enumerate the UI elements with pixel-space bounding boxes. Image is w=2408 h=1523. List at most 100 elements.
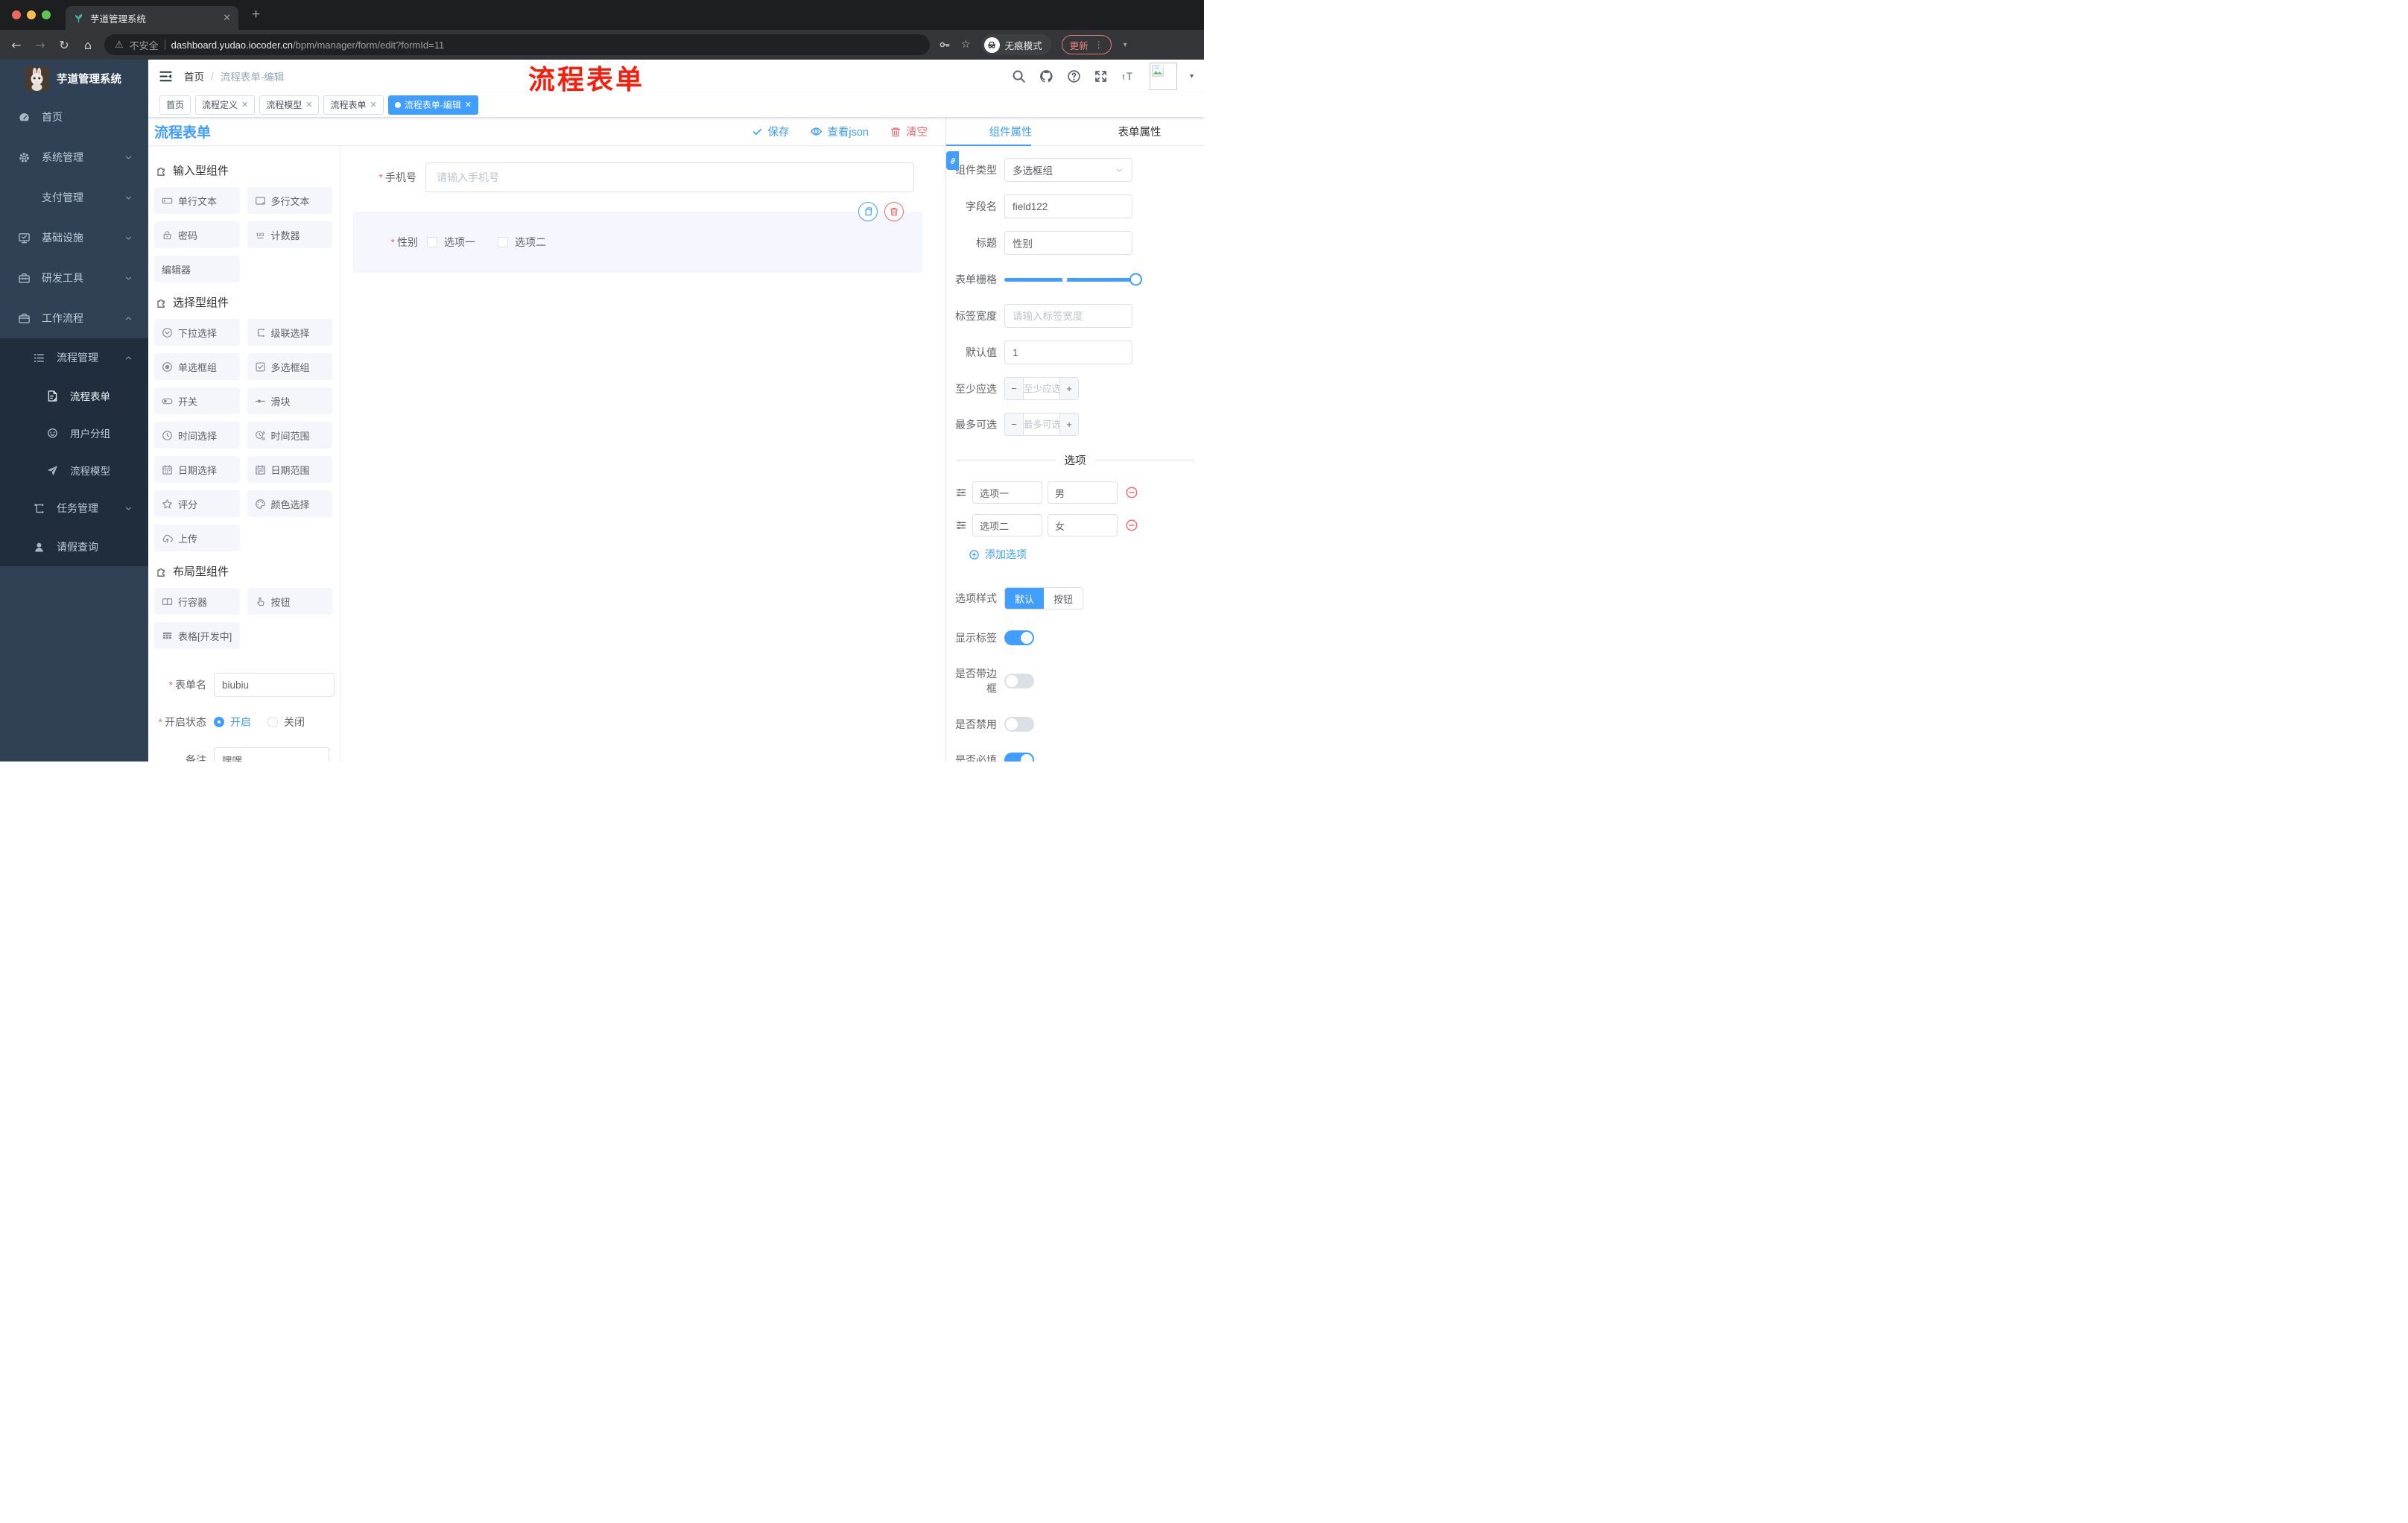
palette-item[interactable]: 滑块 bbox=[247, 387, 332, 414]
palette-item[interactable]: 级联选择 bbox=[247, 319, 332, 346]
palette-item[interactable]: 密码 bbox=[154, 221, 240, 248]
back-icon[interactable]: ← bbox=[9, 38, 24, 52]
save-button[interactable]: 保存 bbox=[752, 124, 789, 139]
key-icon[interactable] bbox=[939, 39, 951, 51]
toggle-switch[interactable] bbox=[1004, 674, 1034, 688]
sidebar-brand[interactable]: 芋道管理系统 bbox=[0, 60, 148, 97]
window-close-button[interactable] bbox=[12, 10, 21, 19]
sidebar-item[interactable]: 支付管理 bbox=[0, 177, 148, 218]
remove-option-button[interactable] bbox=[1125, 519, 1138, 532]
window-zoom-button[interactable] bbox=[42, 10, 51, 19]
palette-item[interactable]: 单选框组 bbox=[154, 353, 240, 380]
chrome-caret-icon[interactable]: ▾ bbox=[1124, 41, 1127, 49]
delete-component-button[interactable] bbox=[884, 202, 904, 221]
toggle-switch[interactable] bbox=[1004, 717, 1034, 732]
new-tab-button[interactable]: + bbox=[252, 7, 260, 23]
selected-component-block[interactable]: 性别 选项一 选项二 bbox=[352, 202, 923, 273]
fullscreen-icon[interactable] bbox=[1094, 69, 1108, 83]
style-default-option[interactable]: 默认 bbox=[1005, 588, 1045, 609]
sidebar-item[interactable]: 任务管理 bbox=[0, 489, 148, 528]
palette-item[interactable]: 单行文本 bbox=[154, 187, 240, 214]
user-avatar[interactable] bbox=[1149, 62, 1177, 90]
stepper-minus-button[interactable]: − bbox=[1005, 414, 1024, 435]
max-checked-input[interactable] bbox=[1024, 414, 1059, 435]
home-icon[interactable]: ⌂ bbox=[80, 38, 95, 52]
url-text[interactable]: dashboard.yudao.iocoder.cn/bpm/manager/f… bbox=[171, 39, 445, 51]
sidebar-item[interactable]: 首页 bbox=[0, 97, 148, 137]
palette-item[interactable]: 表格[开发中] bbox=[154, 622, 240, 649]
tag-chip[interactable]: 流程定义 ✕ bbox=[195, 95, 256, 115]
palette-item[interactable]: 开关 bbox=[154, 387, 240, 414]
tag-close-icon[interactable]: ✕ bbox=[305, 100, 312, 110]
copy-component-button[interactable] bbox=[858, 202, 878, 221]
slider-track[interactable] bbox=[1004, 273, 1142, 286]
chrome-menu-dots-icon[interactable]: ⋮ bbox=[1094, 39, 1103, 50]
option-name-input[interactable] bbox=[972, 514, 1042, 536]
field-name-input[interactable] bbox=[1004, 194, 1132, 218]
browser-tab[interactable]: 芋道管理系统 ✕ bbox=[66, 6, 238, 30]
avatar-caret-icon[interactable]: ▾ bbox=[1190, 72, 1194, 80]
reload-icon[interactable]: ↻ bbox=[57, 38, 72, 52]
sidebar-item[interactable]: 请假查询 bbox=[0, 528, 148, 566]
toggle-switch[interactable] bbox=[1004, 753, 1034, 762]
remove-option-button[interactable] bbox=[1125, 486, 1138, 499]
checkbox-option[interactable]: 选项一 bbox=[427, 235, 475, 250]
tag-close-icon[interactable]: ✕ bbox=[370, 100, 377, 110]
sidebar-item[interactable]: 流程管理 bbox=[0, 338, 148, 377]
palette-item[interactable]: 多行文本 bbox=[247, 187, 332, 214]
sidebar-item[interactable]: 流程表单 bbox=[0, 377, 148, 414]
github-icon[interactable] bbox=[1039, 69, 1054, 84]
palette-item[interactable]: 时间范围 bbox=[247, 422, 332, 449]
checkbox-option[interactable]: 选项二 bbox=[498, 235, 546, 250]
tab-component-props[interactable]: 组件属性 bbox=[946, 118, 1075, 145]
title-input[interactable] bbox=[1004, 231, 1132, 255]
palette-item[interactable]: 编辑器 bbox=[154, 256, 240, 282]
min-checked-input[interactable] bbox=[1024, 378, 1059, 399]
view-json-button[interactable]: 查看json bbox=[810, 124, 869, 139]
palette-item[interactable]: 多选框组 bbox=[247, 353, 332, 380]
palette-item[interactable]: 颜色选择 bbox=[247, 490, 332, 517]
form-name-input[interactable] bbox=[214, 673, 335, 697]
font-size-icon[interactable] bbox=[1121, 69, 1137, 83]
palette-item[interactable]: 日期范围 bbox=[247, 456, 332, 483]
sidebar-item[interactable]: 流程模型 bbox=[0, 452, 148, 489]
tab-form-props[interactable]: 表单属性 bbox=[1075, 118, 1204, 145]
palette-item[interactable]: 时间选择 bbox=[154, 422, 240, 449]
option-name-input[interactable] bbox=[972, 481, 1042, 504]
component-type-select[interactable]: 多选框组 bbox=[1004, 158, 1132, 182]
tag-chip[interactable]: 首页 bbox=[159, 95, 191, 115]
status-on-radio[interactable]: 开启 bbox=[214, 715, 251, 729]
sidebar-item[interactable]: 用户分组 bbox=[0, 414, 148, 452]
sidebar-item[interactable]: 工作流程 bbox=[0, 298, 148, 338]
palette-item[interactable]: 计数器 bbox=[247, 221, 332, 248]
clear-button[interactable]: 清空 bbox=[890, 124, 928, 139]
option-value-input[interactable] bbox=[1048, 481, 1118, 504]
status-off-radio[interactable]: 关闭 bbox=[251, 715, 305, 729]
field-link-tag[interactable] bbox=[946, 151, 959, 170]
label-width-input[interactable] bbox=[1004, 304, 1132, 328]
help-icon[interactable] bbox=[1067, 69, 1081, 83]
form-remark-textarea[interactable]: 嘿嘿 bbox=[214, 747, 329, 762]
tab-close-icon[interactable]: ✕ bbox=[223, 12, 231, 24]
stepper-minus-button[interactable]: − bbox=[1005, 378, 1024, 399]
tag-close-icon[interactable]: ✕ bbox=[465, 100, 472, 110]
palette-item[interactable]: 行容器 bbox=[154, 588, 240, 615]
forward-icon[interactable]: → bbox=[33, 38, 48, 52]
toggle-switch[interactable] bbox=[1004, 630, 1034, 645]
slider-handle[interactable] bbox=[1129, 273, 1142, 286]
tag-chip[interactable]: 流程模型 ✕ bbox=[259, 95, 320, 115]
search-icon[interactable] bbox=[1012, 69, 1026, 83]
palette-item[interactable]: 上传 bbox=[154, 525, 240, 551]
sidebar-item[interactable]: 系统管理 bbox=[0, 137, 148, 177]
chrome-update-button[interactable]: 更新 ⋮ bbox=[1061, 35, 1112, 54]
tag-close-icon[interactable]: ✕ bbox=[241, 100, 248, 110]
style-button-option[interactable]: 按钮 bbox=[1044, 588, 1083, 609]
default-value-input[interactable] bbox=[1004, 341, 1132, 364]
bookmark-star-icon[interactable]: ☆ bbox=[961, 39, 971, 51]
tag-chip[interactable]: 流程表单 ✕ bbox=[323, 95, 384, 115]
window-controls[interactable] bbox=[12, 10, 51, 19]
sidebar-collapse-icon[interactable] bbox=[159, 69, 173, 83]
palette-item[interactable]: 下拉选择 bbox=[154, 319, 240, 346]
sidebar-item[interactable]: 基础设施 bbox=[0, 218, 148, 258]
option-value-input[interactable] bbox=[1048, 514, 1118, 536]
